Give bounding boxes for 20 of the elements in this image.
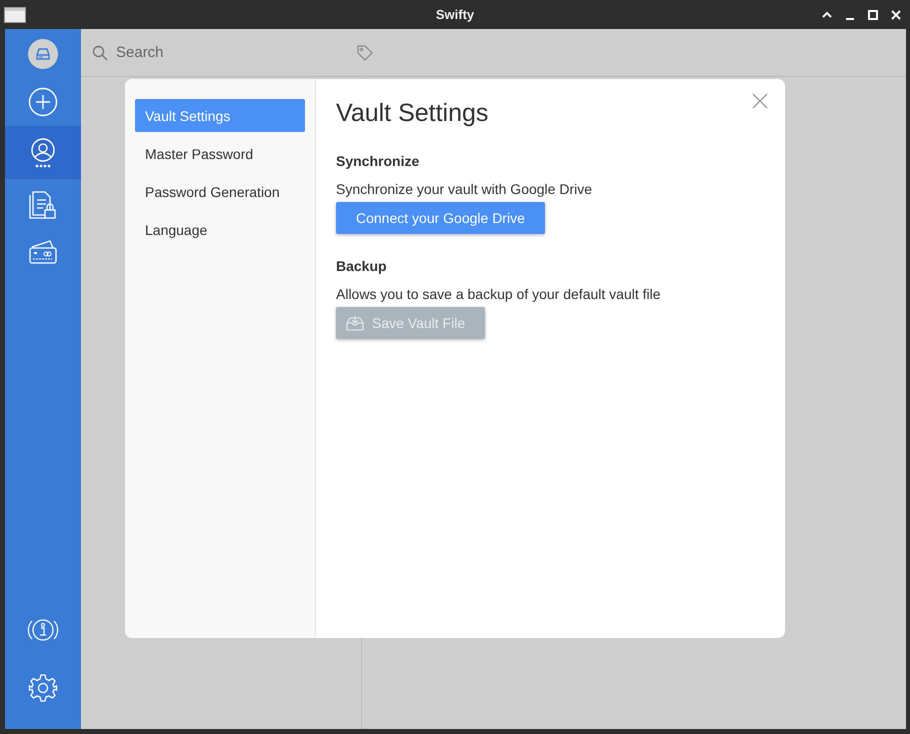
maximize-icon[interactable] (867, 8, 879, 20)
settings-icon (28, 673, 58, 703)
settings-nav-item[interactable]: Language (135, 213, 305, 246)
add-icon (28, 86, 58, 116)
section-heading: Backup (336, 258, 388, 274)
sidebar-item[interactable] (5, 126, 81, 179)
credit-cards-icon (28, 238, 58, 266)
settings-nav-item[interactable]: Master Password (135, 137, 305, 170)
window-title: Swifty (436, 7, 474, 22)
search-icon (92, 44, 108, 60)
dialog-title: Vault Settings (336, 99, 488, 128)
window-icon (4, 6, 26, 22)
section-description: Allows you to save a backup of your default vault file (336, 286, 662, 302)
search-field[interactable]: Search (116, 44, 356, 61)
tag-icon[interactable] (356, 44, 374, 62)
inbox-download-icon (346, 315, 364, 331)
section-heading: Synchronize (336, 153, 420, 169)
settings-nav-item[interactable]: Password Generation (135, 175, 305, 208)
section-description: Synchronize your vault with Google Drive (336, 181, 594, 197)
drive-icon (27, 38, 59, 70)
